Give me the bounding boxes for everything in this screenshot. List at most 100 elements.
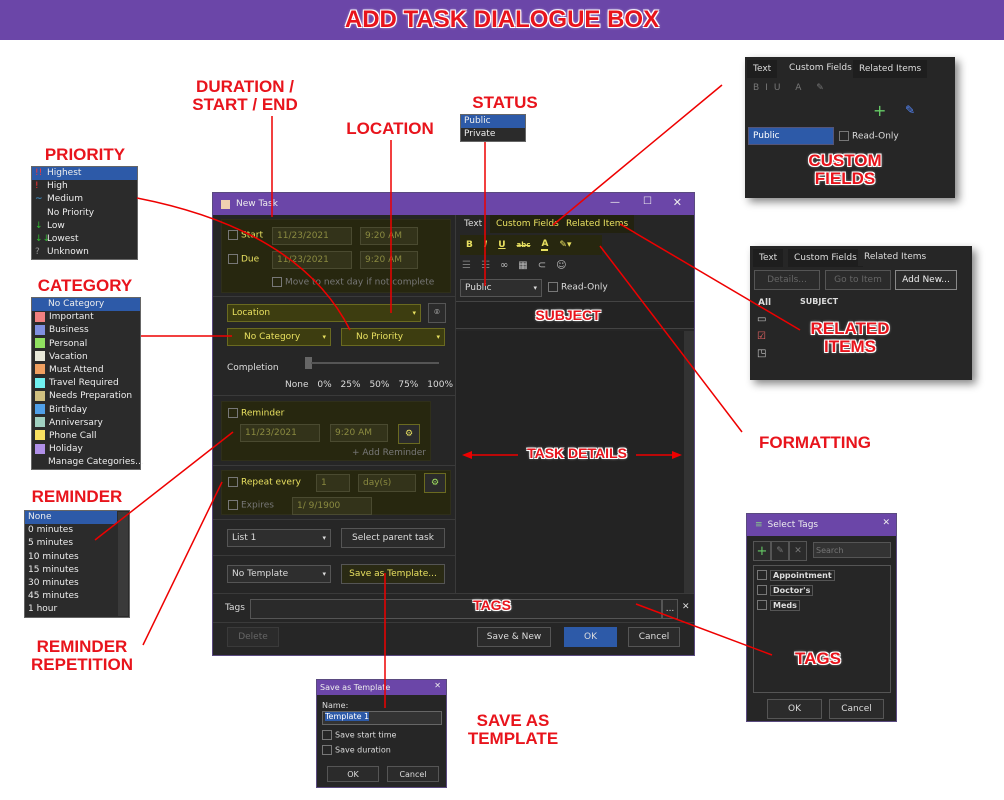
due-time-field[interactable]: 9:20 AM: [360, 251, 418, 269]
move-next-day-checkbox[interactable]: Move to next day if not complete: [272, 277, 434, 288]
repeat-checkbox[interactable]: Repeat every: [228, 477, 301, 488]
go-to-item-button[interactable]: Go to Item: [825, 270, 891, 290]
delete-button[interactable]: Delete: [227, 627, 279, 647]
close-button[interactable]: ✕: [434, 681, 441, 690]
priority-option[interactable]: ! High: [32, 180, 137, 193]
bold-button[interactable]: B: [466, 240, 473, 250]
tab-custom-fields[interactable]: Custom Fields: [490, 215, 565, 233]
ok-button[interactable]: OK: [564, 627, 617, 647]
reminder-option[interactable]: None: [25, 511, 117, 525]
category-option[interactable]: Needs Preparation: [32, 390, 140, 403]
reminder-option[interactable]: 10 minutes: [25, 551, 129, 564]
highlight-pen-icon[interactable]: ✎▾: [559, 240, 571, 250]
tag-item[interactable]: Appointment: [757, 569, 835, 581]
category-option[interactable]: No Category: [32, 298, 140, 312]
category-option[interactable]: Vacation: [32, 351, 140, 364]
add-field-plus-icon[interactable]: +: [873, 101, 886, 120]
minimize-button[interactable]: —: [610, 197, 620, 208]
tab-related-items[interactable]: Related Items: [858, 248, 933, 266]
category-option[interactable]: Anniversary: [32, 417, 140, 430]
note-icon[interactable]: ◳: [757, 348, 766, 359]
task-details-editor[interactable]: [456, 331, 684, 593]
tag-item[interactable]: Doctor's: [757, 584, 814, 596]
maximize-button[interactable]: ☐: [643, 196, 652, 207]
select-parent-task-button[interactable]: Select parent task: [341, 528, 445, 548]
underline-button[interactable]: U: [498, 240, 505, 250]
reminder-option[interactable]: 30 minutes: [25, 577, 129, 590]
save-start-time-checkbox[interactable]: Save start time: [322, 730, 396, 740]
reminder-checkbox[interactable]: Reminder: [228, 408, 284, 419]
save-as-template-button[interactable]: Save as Template...: [341, 564, 445, 584]
category-option[interactable]: Holiday: [32, 443, 140, 456]
location-dropdown[interactable]: Location ▾: [227, 304, 421, 322]
reminder-option[interactable]: 1 hour: [25, 603, 129, 616]
reminder-option[interactable]: 0 minutes: [25, 524, 129, 537]
save-duration-checkbox[interactable]: Save duration: [322, 745, 391, 755]
category-option[interactable]: Birthday: [32, 404, 140, 417]
tab-custom-fields[interactable]: Custom Fields: [783, 59, 858, 77]
category-dropdown[interactable]: No Category ▾: [227, 328, 331, 346]
category-option[interactable]: Phone Call: [32, 430, 140, 443]
priority-option[interactable]: ↓↓Lowest: [32, 233, 137, 246]
status-option-private[interactable]: Private: [461, 128, 525, 141]
template-dropdown[interactable]: No Template ▾: [227, 565, 331, 583]
read-only-checkbox[interactable]: Read-Only: [839, 131, 899, 142]
expires-date-field[interactable]: 1/ 9/1900: [292, 497, 372, 515]
add-new-button[interactable]: Add New...: [895, 270, 957, 290]
strikethrough-button[interactable]: abc: [517, 241, 531, 249]
cancel-button[interactable]: Cancel: [387, 766, 439, 782]
reminder-option[interactable]: 5 minutes: [25, 537, 129, 550]
tag-item[interactable]: Meds: [757, 599, 800, 611]
start-checkbox[interactable]: Start: [228, 230, 263, 241]
tag-search-input[interactable]: [813, 542, 891, 558]
map-pin-button[interactable]: ⌾: [428, 303, 446, 323]
tab-text[interactable]: Text: [753, 249, 784, 267]
save-and-new-button[interactable]: Save & New: [477, 627, 551, 647]
font-color-button[interactable]: A: [541, 239, 549, 251]
subject-column-header[interactable]: SUBJECT: [800, 297, 838, 306]
priority-option[interactable]: No Priority: [32, 207, 137, 220]
manage-categories-option[interactable]: Manage Categories...: [32, 456, 144, 469]
reminder-option[interactable]: 15 minutes: [25, 564, 129, 577]
cancel-button[interactable]: Cancel: [628, 627, 680, 647]
priority-option[interactable]: ? Unknown: [32, 246, 137, 259]
attachment-icon[interactable]: ⊂: [538, 260, 546, 271]
numbered-list-icon[interactable]: ☷: [481, 260, 490, 271]
reminder-settings-gear-icon[interactable]: ⚙: [398, 424, 420, 444]
start-date-field[interactable]: 11/23/2021: [272, 227, 352, 245]
details-scrollbar[interactable]: [684, 331, 694, 593]
priority-option[interactable]: !! Highest: [32, 167, 137, 181]
category-option[interactable]: Travel Required: [32, 377, 140, 390]
clear-tags-icon[interactable]: ✕: [682, 602, 690, 612]
close-button[interactable]: ✕: [882, 518, 890, 528]
priority-dropdown[interactable]: No Priority ▾: [341, 328, 445, 346]
tab-related-items[interactable]: Related Items: [560, 215, 635, 233]
due-date-field[interactable]: 11/23/2021: [272, 251, 352, 269]
status-dropdown[interactable]: Public ▾: [460, 279, 542, 297]
template-name-input[interactable]: Template 1: [322, 711, 442, 725]
ok-button[interactable]: OK: [767, 699, 822, 719]
calendar-icon[interactable]: ▭: [757, 314, 766, 325]
tags-browse-button[interactable]: ...: [662, 599, 678, 619]
repeat-settings-gear-icon[interactable]: ⚙: [424, 473, 446, 493]
edit-field-pencil-icon[interactable]: ✎: [905, 103, 915, 117]
bullet-list-icon[interactable]: ☰: [462, 260, 471, 271]
tab-text[interactable]: Text: [458, 215, 488, 233]
repeat-unit-dropdown[interactable]: day(s): [358, 474, 416, 492]
category-option[interactable]: Must Attend: [32, 364, 140, 377]
tab-text[interactable]: Text: [747, 60, 778, 78]
tab-related-items[interactable]: Related Items: [853, 60, 928, 78]
repeat-interval-stepper[interactable]: 1: [316, 474, 350, 492]
expires-checkbox[interactable]: Expires: [228, 500, 274, 511]
read-only-checkbox[interactable]: Read-Only: [548, 282, 608, 293]
add-reminder-link[interactable]: + Add Reminder: [352, 448, 426, 458]
due-checkbox[interactable]: Due: [228, 254, 259, 265]
close-button[interactable]: ✕: [673, 196, 682, 209]
status-option-public[interactable]: Public: [461, 115, 525, 129]
contact-icon[interactable]: ☺: [556, 260, 566, 271]
edit-tag-button[interactable]: ✎: [771, 541, 789, 561]
completion-slider[interactable]: [305, 357, 441, 371]
list-dropdown[interactable]: List 1 ▾: [227, 529, 331, 547]
italic-button[interactable]: I: [484, 240, 487, 250]
filter-all[interactable]: All: [758, 298, 771, 308]
